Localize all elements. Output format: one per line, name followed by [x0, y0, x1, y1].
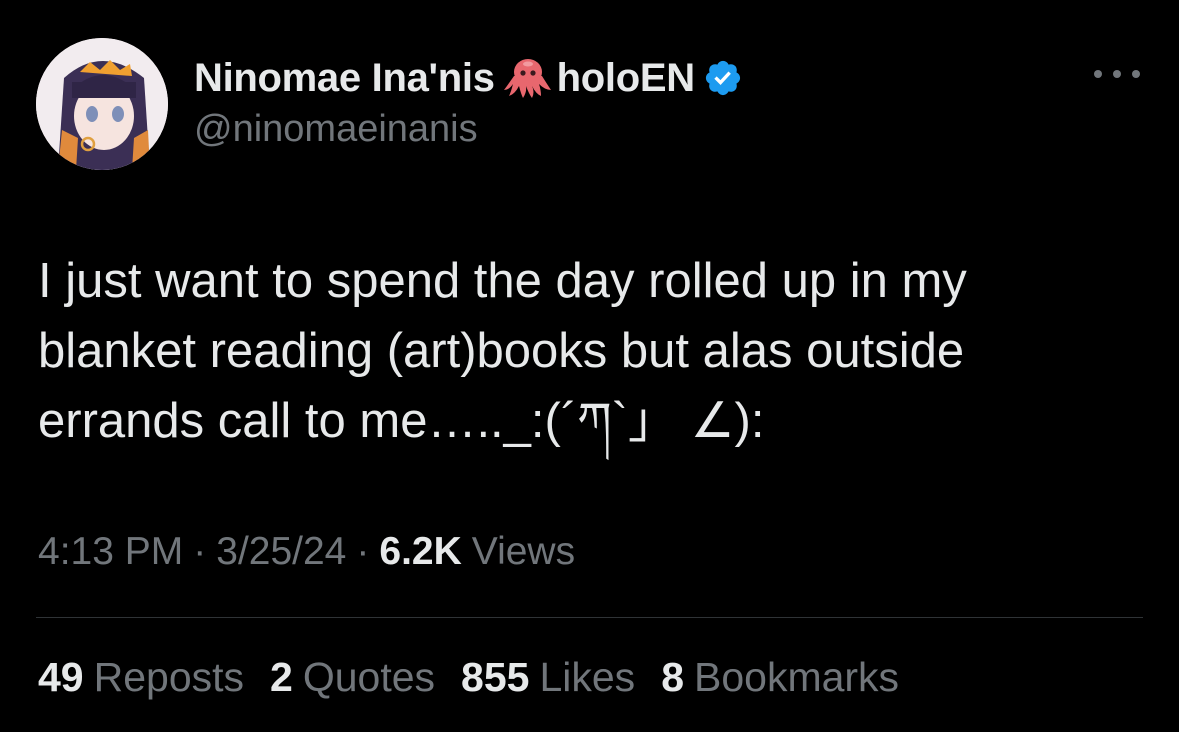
more-options-icon[interactable]: [1094, 64, 1140, 84]
likes-stat[interactable]: 855 Likes: [461, 654, 635, 701]
more-dot: [1094, 70, 1102, 78]
octopus-icon: [501, 56, 555, 100]
more-dot: [1132, 70, 1140, 78]
reposts-label: Reposts: [93, 654, 245, 700]
tweet-text-line: I just want to spend the day rolled up i…: [38, 254, 967, 308]
tweet-time[interactable]: 4:13 PM: [38, 530, 183, 574]
tweet-text-line: errands call to me….._:(´ཀ`」 ∠):: [38, 394, 765, 448]
bookmarks-count: 8: [661, 654, 684, 700]
author-name-row[interactable]: Ninomae Ina'nis holoEN: [194, 52, 743, 104]
tweet-meta: 4:13 PM · 3/25/24 · 6.2K Views: [38, 530, 575, 574]
reposts-stat[interactable]: 49 Reposts: [38, 654, 244, 701]
tweet-text: I just want to spend the day rolled up i…: [38, 246, 1148, 456]
bookmarks-label: Bookmarks: [694, 654, 900, 700]
reposts-count: 49: [38, 654, 84, 700]
views-label[interactable]: Views: [472, 530, 575, 574]
tweet-text-line: blanket reading (art)books but alas outs…: [38, 324, 965, 378]
divider: [36, 617, 1143, 618]
quotes-stat[interactable]: 2 Quotes: [270, 654, 435, 701]
display-name[interactable]: Ninomae Ina'nis: [194, 56, 495, 101]
tweet-date[interactable]: 3/25/24: [216, 530, 346, 574]
display-name-suffix[interactable]: holoEN: [557, 56, 695, 101]
meta-separator: ·: [356, 530, 370, 573]
author-handle[interactable]: @ninomaeinanis: [194, 108, 478, 151]
quotes-label: Quotes: [302, 654, 436, 700]
avatar-image: [36, 38, 168, 170]
likes-count: 855: [461, 654, 530, 700]
bookmarks-stat[interactable]: 8 Bookmarks: [661, 654, 899, 701]
likes-label: Likes: [539, 654, 636, 700]
quotes-count: 2: [270, 654, 293, 700]
views-count[interactable]: 6.2K: [379, 530, 461, 574]
avatar[interactable]: [36, 38, 168, 170]
verified-badge-icon[interactable]: [703, 58, 743, 98]
meta-separator: ·: [193, 530, 207, 573]
engagement-stats: 49 Reposts 2 Quotes 855 Likes 8 Bookmark…: [38, 654, 925, 701]
more-dot: [1113, 70, 1121, 78]
tweet-detail: Ninomae Ina'nis holoEN @ninomaeinanis I …: [0, 0, 1179, 732]
